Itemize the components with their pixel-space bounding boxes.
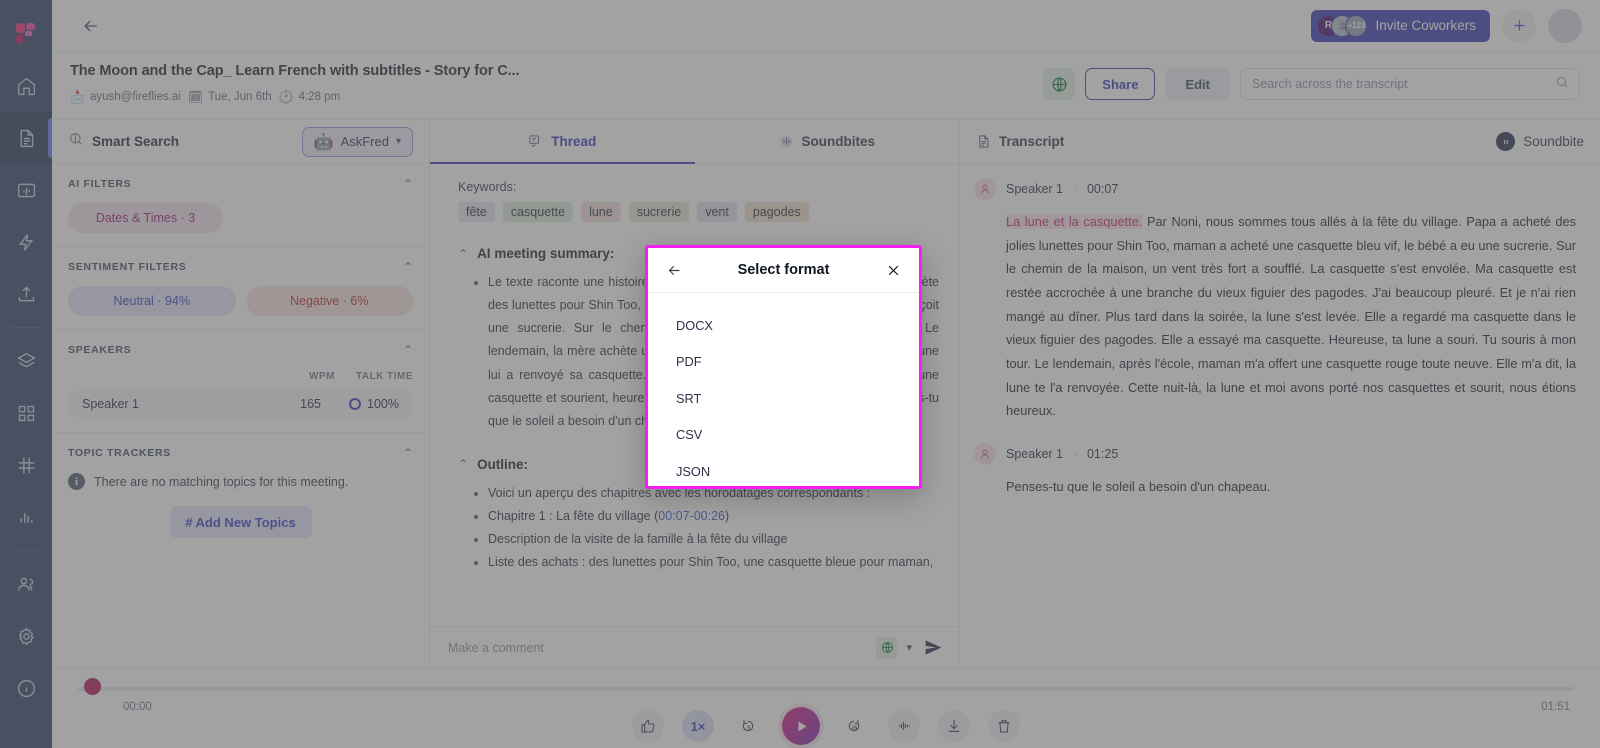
modal-header: Select format bbox=[648, 248, 919, 293]
close-icon[interactable] bbox=[886, 263, 901, 278]
modal-title: Select format bbox=[737, 262, 830, 278]
format-options-list: DOCX PDF SRT CSV JSON bbox=[648, 293, 919, 486]
format-option-json[interactable]: JSON bbox=[648, 453, 919, 486]
format-option-pdf[interactable]: PDF bbox=[648, 344, 919, 381]
format-option-csv[interactable]: CSV bbox=[648, 417, 919, 454]
format-option-srt[interactable]: SRT bbox=[648, 380, 919, 417]
select-format-modal: Select format DOCX PDF SRT CSV JSON bbox=[645, 245, 922, 489]
back-arrow-icon[interactable] bbox=[666, 262, 683, 279]
format-option-docx[interactable]: DOCX bbox=[648, 307, 919, 344]
